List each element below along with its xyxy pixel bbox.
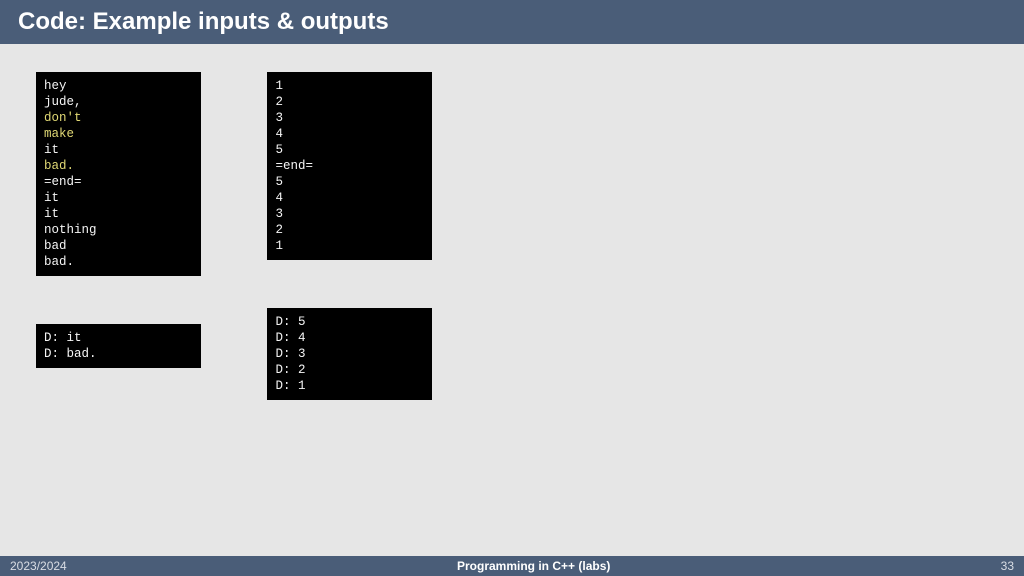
code-line: 2 bbox=[275, 94, 424, 110]
code-line: make bbox=[44, 126, 193, 142]
slide-footer: 2023/2024 Programming in C++ (labs) 33 bbox=[0, 556, 1024, 576]
column-right: 12345=end=54321 D: 5D: 4D: 3D: 2D: 1 bbox=[267, 72, 432, 448]
code-line: D: 4 bbox=[275, 330, 424, 346]
code-line: D: 3 bbox=[275, 346, 424, 362]
code-line: D: 1 bbox=[275, 378, 424, 394]
code-line: nothing bbox=[44, 222, 193, 238]
code-box-left-input: heyjude,don'tmakeitbad.=end=ititnothingb… bbox=[36, 72, 201, 276]
slide-title: Code: Example inputs & outputs bbox=[18, 8, 389, 36]
code-box-left-output: D: itD: bad. bbox=[36, 324, 201, 368]
code-line: =end= bbox=[275, 158, 424, 174]
code-line: =end= bbox=[44, 174, 193, 190]
column-left: heyjude,don'tmakeitbad.=end=ititnothingb… bbox=[36, 72, 201, 416]
code-box-right-input: 12345=end=54321 bbox=[267, 72, 432, 260]
slide-header: Code: Example inputs & outputs bbox=[0, 0, 1024, 44]
code-line: it bbox=[44, 190, 193, 206]
code-line: bad. bbox=[44, 254, 193, 270]
footer-center: Programming in C++ (labs) bbox=[67, 559, 1001, 573]
code-line: it bbox=[44, 206, 193, 222]
code-line: D: bad. bbox=[44, 346, 193, 362]
code-line: bad bbox=[44, 238, 193, 254]
code-line: 3 bbox=[275, 206, 424, 222]
code-line: D: 2 bbox=[275, 362, 424, 378]
code-line: bad. bbox=[44, 158, 193, 174]
code-line: 4 bbox=[275, 126, 424, 142]
code-line: 3 bbox=[275, 110, 424, 126]
code-line: don't bbox=[44, 110, 193, 126]
footer-right: 33 bbox=[1001, 559, 1014, 573]
slide-content: heyjude,don'tmakeitbad.=end=ititnothingb… bbox=[0, 44, 1024, 448]
code-line: 5 bbox=[275, 174, 424, 190]
code-line: hey bbox=[44, 78, 193, 94]
code-line: D: 5 bbox=[275, 314, 424, 330]
code-line: 1 bbox=[275, 78, 424, 94]
code-line: 5 bbox=[275, 142, 424, 158]
code-line: jude, bbox=[44, 94, 193, 110]
code-line: 1 bbox=[275, 238, 424, 254]
code-line: 2 bbox=[275, 222, 424, 238]
code-line: it bbox=[44, 142, 193, 158]
code-line: D: it bbox=[44, 330, 193, 346]
code-line: 4 bbox=[275, 190, 424, 206]
code-box-right-output: D: 5D: 4D: 3D: 2D: 1 bbox=[267, 308, 432, 400]
footer-left: 2023/2024 bbox=[10, 559, 67, 573]
